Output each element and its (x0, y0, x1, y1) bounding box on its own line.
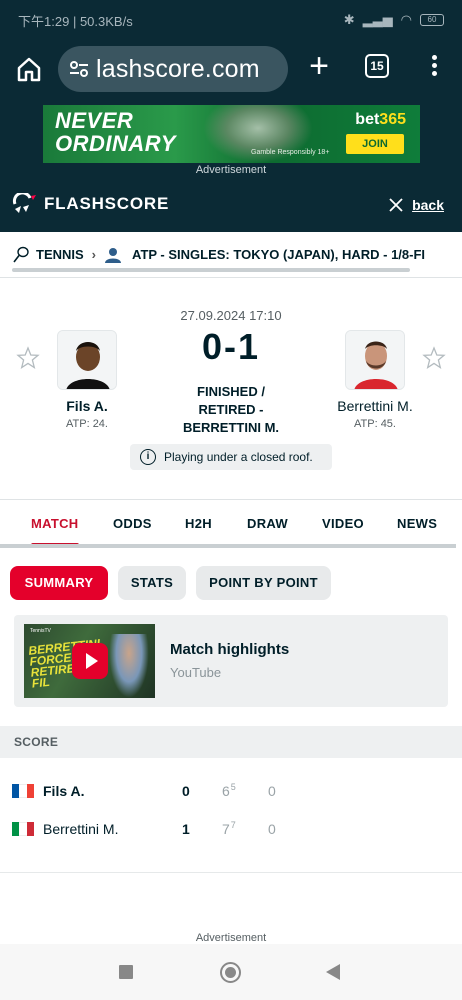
home-player-name: Fils A. (66, 398, 108, 414)
ad-banner[interactable]: NEVER ORDINARY bet365 JOIN Gamble Respon… (43, 105, 420, 163)
flashscore-logo-icon (12, 193, 36, 213)
network-speed: 50.3KB/s (79, 13, 133, 29)
section-divider (0, 872, 462, 873)
score-section-header: SCORE (0, 726, 462, 758)
play-icon[interactable] (72, 643, 108, 679)
site-header: FLASHSCORE back (0, 180, 462, 232)
score-player-name[interactable]: Berrettini M. (43, 821, 118, 837)
browser-toolbar: lashscore.com + 15 (0, 40, 462, 100)
subtab-summary[interactable]: SUMMARY (10, 566, 108, 600)
score-total: 0 (182, 783, 190, 799)
score-set1: 77 (222, 820, 236, 837)
wifi-icon: ◠ (400, 12, 412, 27)
ad-brand-logo: bet365 (355, 111, 406, 128)
status-left: 下午1:29 | 50.3KB/s (18, 13, 133, 29)
italy-flag-icon (12, 822, 34, 836)
bluetooth-icon: ✱ (343, 12, 355, 27)
home-player-rank: ATP: 24. (66, 418, 108, 430)
match-info-note: i Playing under a closed roof. (130, 444, 332, 470)
ad-headline: NEVER ORDINARY (55, 108, 176, 156)
thumbnail-brand: TennisTV (30, 628, 51, 634)
address-bar[interactable]: lashscore.com (58, 46, 288, 92)
match-highlights-card[interactable]: TennisTV BERRETTINI FORCES RETIRE FIL Ma… (14, 615, 448, 707)
url-text: lashscore.com (96, 54, 260, 83)
tab-draw[interactable]: DRAW (247, 516, 288, 531)
highlight-title: Match highlights (170, 641, 290, 658)
home-nav-icon[interactable] (220, 962, 241, 983)
person-icon (105, 247, 122, 263)
score-set2: 0 (268, 783, 276, 799)
thumbnail-player (109, 634, 149, 698)
favorite-star-icon[interactable] (422, 346, 446, 370)
ad-gamble-note: Gamble Responsibly 18+ (251, 149, 330, 156)
site-settings-icon[interactable] (68, 58, 90, 80)
logo-text: FLASHSCORE (44, 194, 170, 213)
status-icons: ✱ ▂▃▅ ◠ 60 (344, 12, 444, 28)
score-row-home: Fils A. 0 65 0 (0, 772, 462, 810)
tabs-scrollbar (0, 544, 456, 548)
system-nav-bar (0, 944, 462, 1000)
tab-video[interactable]: VIDEO (322, 516, 364, 531)
highlight-source: YouTube (170, 665, 222, 680)
tab-match[interactable]: MATCH (31, 516, 78, 531)
score-set1: 65 (222, 782, 236, 799)
away-player-name: Berrettini M. (337, 398, 413, 414)
score-set2: 0 (268, 821, 276, 837)
breadcrumb-scrollbar (12, 268, 410, 272)
new-tab-icon[interactable]: + (304, 49, 334, 83)
match-status: FINISHED / RETIRED - BERRETTINI M. (182, 384, 280, 435)
ad-top: NEVER ORDINARY bet365 JOIN Gamble Respon… (0, 100, 462, 180)
tab-odds[interactable]: ODDS (113, 516, 152, 531)
ad-join-button[interactable]: JOIN (346, 134, 404, 154)
away-player[interactable]: Berrettini M. ATP: 45. (320, 330, 430, 430)
match-info-text: Playing under a closed roof. (164, 450, 313, 464)
away-player-rank: ATP: 45. (354, 418, 396, 430)
subtab-stats[interactable]: STATS (118, 566, 186, 600)
ad-label: Advertisement (195, 164, 267, 176)
recent-apps-icon[interactable] (119, 965, 133, 979)
score-row-away: Berrettini M. 1 77 0 (0, 810, 462, 848)
back-link[interactable]: back (388, 197, 444, 213)
breadcrumb-sport[interactable]: TENNIS (36, 247, 84, 262)
match-datetime: 27.09.2024 17:10 (180, 308, 282, 323)
tab-news[interactable]: NEWS (397, 516, 437, 531)
more-menu-icon[interactable] (424, 52, 444, 82)
subtab-point-by-point[interactable]: POINT BY POINT (196, 566, 331, 600)
signal-icon: ▂▃▅ (362, 12, 393, 27)
match-tabs: MATCH ODDS H2H DRAW VIDEO NEWS (0, 501, 462, 547)
home-icon[interactable] (14, 54, 44, 84)
ad-bottom-label: Advertisement (195, 932, 267, 944)
status-time: 下午1:29 (18, 13, 70, 29)
back-label: back (412, 197, 444, 213)
tab-count-button[interactable]: 15 (365, 54, 389, 78)
back-nav-icon[interactable] (326, 964, 340, 980)
close-icon (389, 198, 403, 212)
score-total: 1 (182, 821, 190, 837)
status-bar: 下午1:29 | 50.3KB/s ✱ ▂▃▅ ◠ 60 (0, 0, 462, 40)
away-player-photo (345, 330, 405, 390)
breadcrumb-competition[interactable]: ATP - SINGLES: TOKYO (JAPAN), HARD - 1/8… (132, 247, 425, 262)
score-player-name[interactable]: Fils A. (43, 783, 85, 799)
flashscore-logo[interactable]: FLASHSCORE (12, 193, 169, 215)
tennis-racket-icon (13, 246, 29, 262)
video-thumbnail[interactable]: TennisTV BERRETTINI FORCES RETIRE FIL (24, 624, 155, 698)
france-flag-icon (12, 784, 34, 798)
match-header: Fils A. ATP: 24. 27.09.2024 17:10 0-1 FI… (0, 278, 462, 500)
chevron-right-icon: › (91, 247, 97, 262)
battery-icon: 60 (420, 14, 444, 26)
tab-h2h[interactable]: H2H (185, 516, 212, 531)
info-icon: i (140, 449, 156, 465)
sub-tabs: SUMMARY STATS POINT BY POINT (0, 566, 462, 602)
